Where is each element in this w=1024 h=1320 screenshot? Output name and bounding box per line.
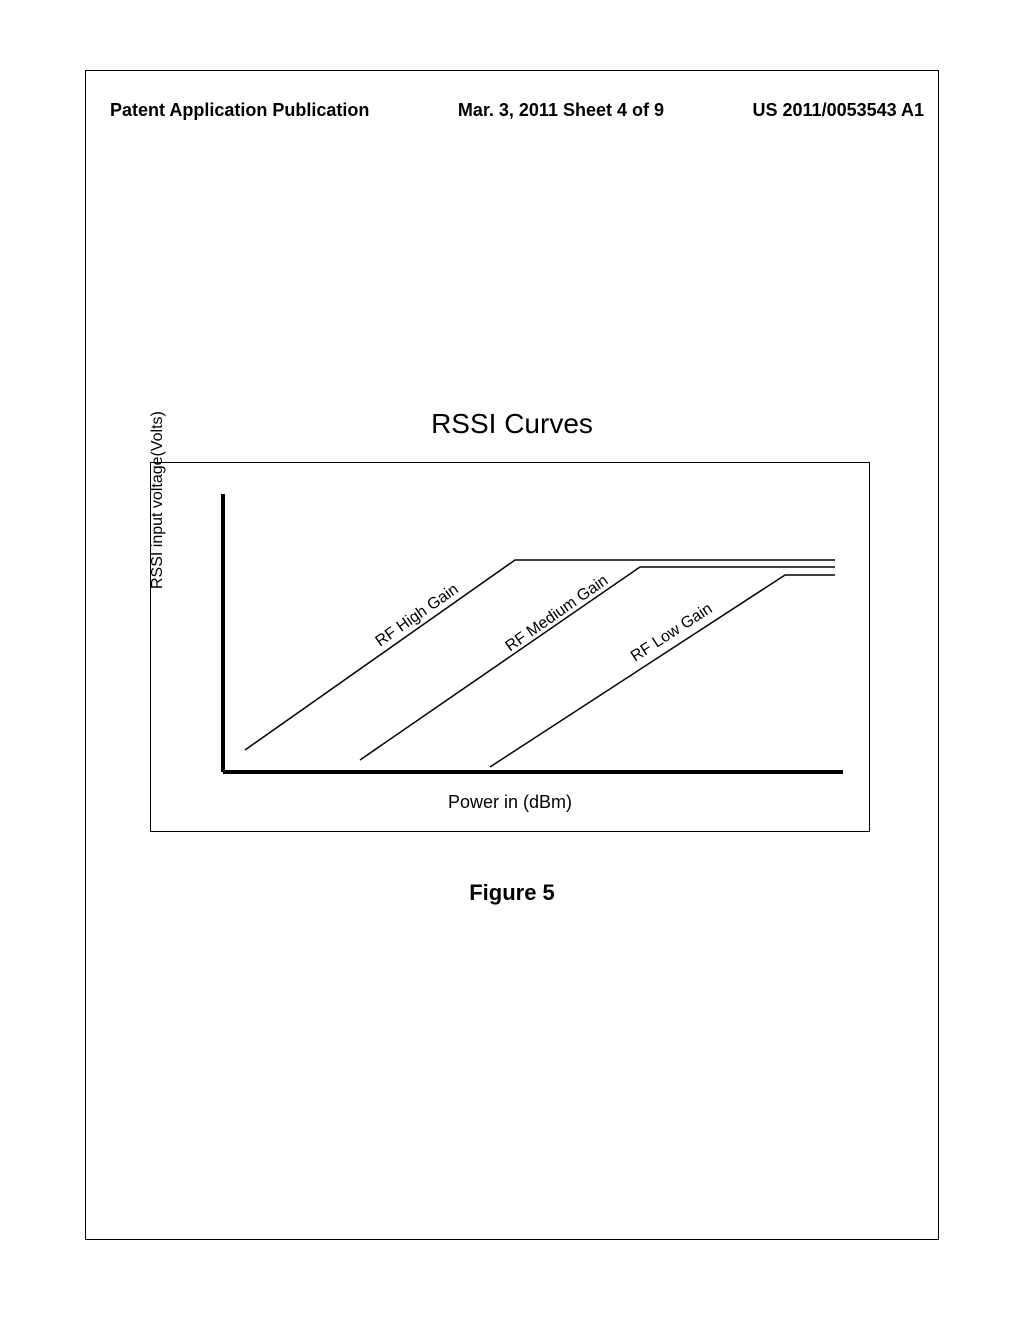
label-low-gain: RF Low Gain — [628, 600, 716, 665]
page-header: Patent Application Publication Mar. 3, 2… — [110, 100, 924, 121]
header-publication: Patent Application Publication — [110, 100, 369, 121]
x-axis-label: Power in (dBm) — [150, 792, 870, 813]
curve-high-gain — [245, 560, 835, 750]
label-high-gain: RF High Gain — [373, 581, 462, 651]
curve-low-gain — [490, 575, 835, 767]
rssi-chart: RF High Gain RF Medium Gain RF Low Gain — [195, 482, 850, 817]
figure-caption: Figure 5 — [0, 880, 1024, 906]
header-sheet-info: Mar. 3, 2011 Sheet 4 of 9 — [458, 100, 664, 121]
label-medium-gain: RF Medium Gain — [503, 572, 612, 655]
header-patent-number: US 2011/0053543 A1 — [753, 100, 924, 121]
y-axis-label: RSSI input voltage(Volts) — [149, 429, 167, 589]
